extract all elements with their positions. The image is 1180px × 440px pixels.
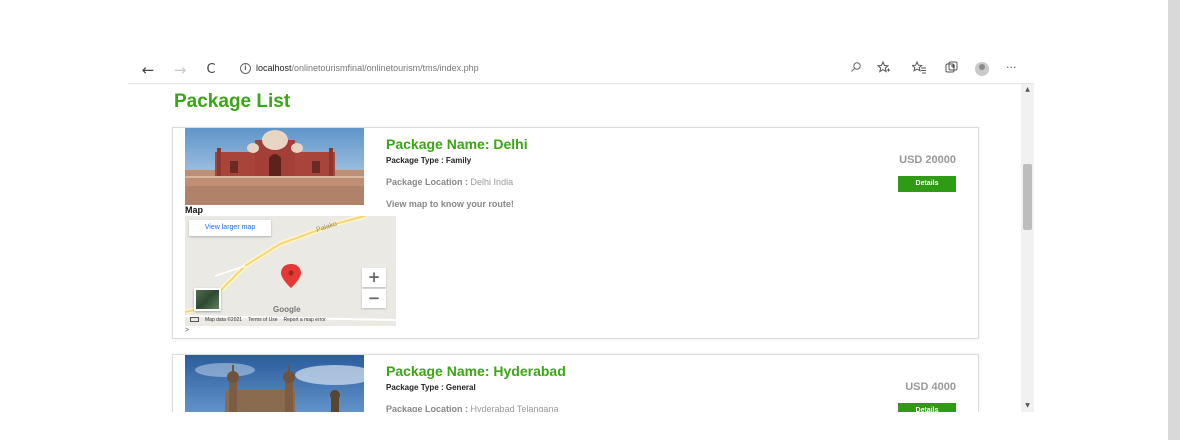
location-label: Package Location : [386,177,469,187]
package-type: Package Type : Family [386,156,472,165]
google-logo: Google [273,305,301,314]
package-price: USD 20000 [899,154,956,166]
package-image [185,355,364,412]
page-content: Package List Package Name: Delhi Package… [128,84,1021,412]
zoom-in-button[interactable]: + [362,268,386,287]
package-card: Package Name: Delhi Package Type : Famil… [172,127,979,339]
browser-window: ← → C i localhost/onlinetourismfinal/onl… [128,56,1034,412]
terms-link[interactable]: Terms of Use [248,317,277,323]
site-info-icon[interactable]: i [240,63,251,74]
browser-toolbar: ← → C i localhost/onlinetourismfinal/onl… [128,56,1034,84]
map-data-text: Map data ©2021 [205,317,243,323]
map-attribution: Map data ©2021 Terms of Use Report a map e… [190,317,332,323]
package-location: Package Location : Hyderabad Telangana [386,404,558,412]
reload-icon[interactable]: C [201,60,221,80]
view-larger-map-link[interactable]: View larger map [189,220,271,236]
page-title: Package List [174,91,291,112]
map-heading: Map [185,205,203,215]
add-favorite-icon[interactable] [876,60,891,77]
location-label: Package Location : [386,404,469,412]
back-icon[interactable]: ← [138,60,158,80]
package-price: USD 4000 [905,381,956,393]
url-path: /onlinetourismfinal/onlinetourism/tms/in… [291,63,479,73]
scroll-down-icon[interactable]: ▼ [1021,400,1034,412]
address-bar[interactable]: localhost/onlinetourismfinal/onlinetouri… [256,63,479,73]
location-value: Hyderabad Telangana [470,404,559,412]
package-name: Package Name: Delhi [386,136,528,152]
satellite-toggle[interactable] [194,288,221,311]
keyboard-icon[interactable] [190,317,199,323]
favorites-icon[interactable] [911,60,927,77]
vertical-scrollbar[interactable]: ▲ ▼ [1021,84,1034,412]
profile-icon[interactable] [975,62,989,76]
scrollbar-thumb[interactable] [1023,164,1032,230]
map-note: View map to know your route! [386,199,514,209]
collections-icon[interactable] [945,61,958,77]
stray-text: > [185,327,190,334]
window-edge [1168,0,1180,440]
package-image [185,128,364,205]
report-error-link[interactable]: Report a map error [284,317,326,323]
details-button[interactable]: Details [898,403,956,412]
forward-icon[interactable]: → [170,60,190,80]
zoom-out-button[interactable]: − [362,289,386,308]
package-type: Package Type : General [386,383,476,392]
search-page-icon[interactable] [850,61,862,76]
package-location: Package Location : Delhi India [386,177,513,187]
more-icon[interactable]: ··· [1006,61,1017,74]
embedded-map[interactable]: Palako View larger map + − Google Map da… [185,216,396,326]
package-card: Package Name: Hyderabad Package Type : G… [172,354,979,412]
location-value: Delhi India [470,177,514,187]
url-host: localhost [256,63,292,73]
details-button[interactable]: Details [898,176,956,192]
scroll-up-icon[interactable]: ▲ [1021,84,1034,96]
package-name: Package Name: Hyderabad [386,363,566,379]
